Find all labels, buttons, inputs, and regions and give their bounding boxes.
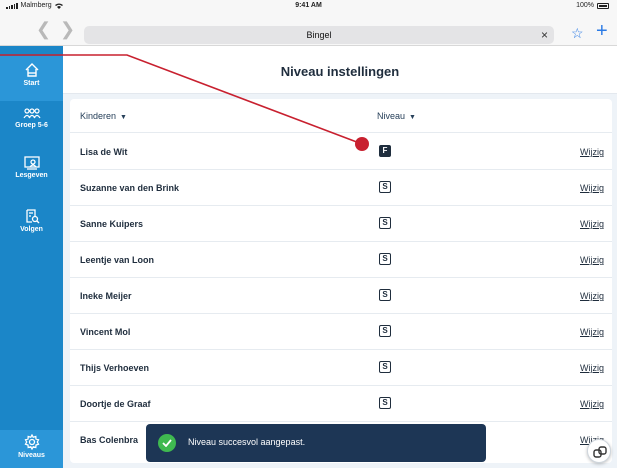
battery-percent: 100% xyxy=(576,2,594,9)
sidebar-item-label: Niveaus xyxy=(18,452,45,459)
success-toast: Niveau succesvol aangepast. xyxy=(146,424,486,462)
page-header: Niveau instellingen xyxy=(63,46,617,94)
track-icon xyxy=(25,209,39,224)
browser-bar: ❮ ❯ Bingel × ☆ + xyxy=(0,12,617,46)
table-header: Kinderen ▼ Niveau ▼ xyxy=(70,99,612,133)
status-right: 100% xyxy=(576,2,609,9)
wijzig-link[interactable]: Wijzig xyxy=(580,183,604,193)
sidebar-item-lesgeven[interactable]: Lesgeven xyxy=(0,156,63,179)
level-badge: S xyxy=(379,217,391,229)
plus-icon[interactable]: + xyxy=(596,21,608,41)
column-header-niveau[interactable]: Niveau ▼ xyxy=(377,111,416,121)
student-name: Sanne Kuipers xyxy=(80,219,144,229)
level-badge: S xyxy=(379,181,391,193)
column-label-niveau: Niveau xyxy=(377,111,406,121)
table-row: Doortje de Graaf S Wijzig xyxy=(70,386,612,422)
column-header-kinderen[interactable]: Kinderen ▼ xyxy=(80,111,127,121)
wijzig-link[interactable]: Wijzig xyxy=(580,219,604,229)
toast-message: Niveau succesvol aangepast. xyxy=(188,437,306,447)
level-badge: F xyxy=(379,145,391,157)
caret-down-icon: ▼ xyxy=(120,114,127,121)
students-table: Kinderen ▼ Niveau ▼ Lisa de Wit F Wijzig S… xyxy=(70,99,612,463)
level-badge: S xyxy=(379,289,391,301)
column-label-kinderen: Kinderen xyxy=(80,111,117,121)
home-icon xyxy=(25,63,38,77)
table-row: Lisa de Wit F Wijzig xyxy=(70,134,612,170)
sidebar-item-niveaus[interactable]: Niveaus xyxy=(0,430,63,468)
level-badge: S xyxy=(379,325,391,337)
student-name: Suzanne van den Brink xyxy=(80,183,180,193)
level-badge: S xyxy=(379,397,391,409)
sidebar-item-volgen[interactable]: Volgen xyxy=(0,208,63,233)
table-row: Vincent Mol S Wijzig xyxy=(70,314,612,350)
student-name: Lisa de Wit xyxy=(80,147,128,157)
sidebar-item-start[interactable]: Start xyxy=(0,56,63,101)
sidebar-item-label: Start xyxy=(23,80,40,87)
battery-icon xyxy=(597,2,609,9)
wijzig-link[interactable]: Wijzig xyxy=(580,363,604,373)
forward-chevron-icon[interactable]: ❯ xyxy=(60,20,75,38)
student-name: Ineke Meijer xyxy=(80,291,132,301)
student-name: Leentje van Loon xyxy=(80,255,155,265)
star-icon[interactable]: ☆ xyxy=(571,25,584,42)
table-row: Leentje van Loon S Wijzig xyxy=(70,242,612,278)
url-text: Bingel xyxy=(306,30,332,40)
wijzig-link[interactable]: Wijzig xyxy=(580,255,604,265)
page-title: Niveau instellingen xyxy=(280,64,400,79)
wijzig-link[interactable]: Wijzig xyxy=(580,147,604,157)
floating-action-button[interactable] xyxy=(587,439,611,463)
status-bar: Malmberg 9:41 AM 100% xyxy=(0,0,617,12)
sidebar-item-label: Volgen xyxy=(20,226,43,233)
table-row: Sanne Kuipers S Wijzig xyxy=(70,206,612,242)
check-circle-icon xyxy=(158,434,176,452)
table-row: Ineke Meijer S Wijzig xyxy=(70,278,612,314)
level-badge: S xyxy=(379,361,391,373)
sidebar-item-label: Lesgeven xyxy=(15,172,48,179)
caret-down-icon: ▼ xyxy=(409,114,416,121)
group-icon xyxy=(22,108,41,119)
sidebar-item-groep[interactable]: Groep 5-6 xyxy=(0,108,63,129)
status-time: 9:41 AM xyxy=(295,2,322,9)
student-name: Vincent Mol xyxy=(80,327,131,337)
level-badge: S xyxy=(379,253,391,265)
sidebar: Start Groep 5-6 Lesgeven Volgen Niveaus xyxy=(0,46,63,468)
url-field[interactable]: Bingel × xyxy=(84,26,554,44)
table-row: Suzanne van den Brink S Wijzig xyxy=(70,170,612,206)
link-icon xyxy=(593,446,607,458)
table-row: Thijs Verhoeven S Wijzig xyxy=(70,350,612,386)
wijzig-link[interactable]: Wijzig xyxy=(580,327,604,337)
wijzig-link[interactable]: Wijzig xyxy=(580,399,604,409)
student-name: Bas Colenbra xyxy=(80,435,139,445)
student-name: Thijs Verhoeven xyxy=(80,363,150,373)
student-name: Doortje de Graaf xyxy=(80,399,151,409)
gear-icon xyxy=(24,434,39,450)
teach-icon xyxy=(23,156,40,170)
back-chevron-icon[interactable]: ❮ xyxy=(36,20,51,38)
sidebar-item-label: Groep 5-6 xyxy=(15,122,48,129)
clear-icon[interactable]: × xyxy=(541,26,548,44)
wijzig-link[interactable]: Wijzig xyxy=(580,291,604,301)
